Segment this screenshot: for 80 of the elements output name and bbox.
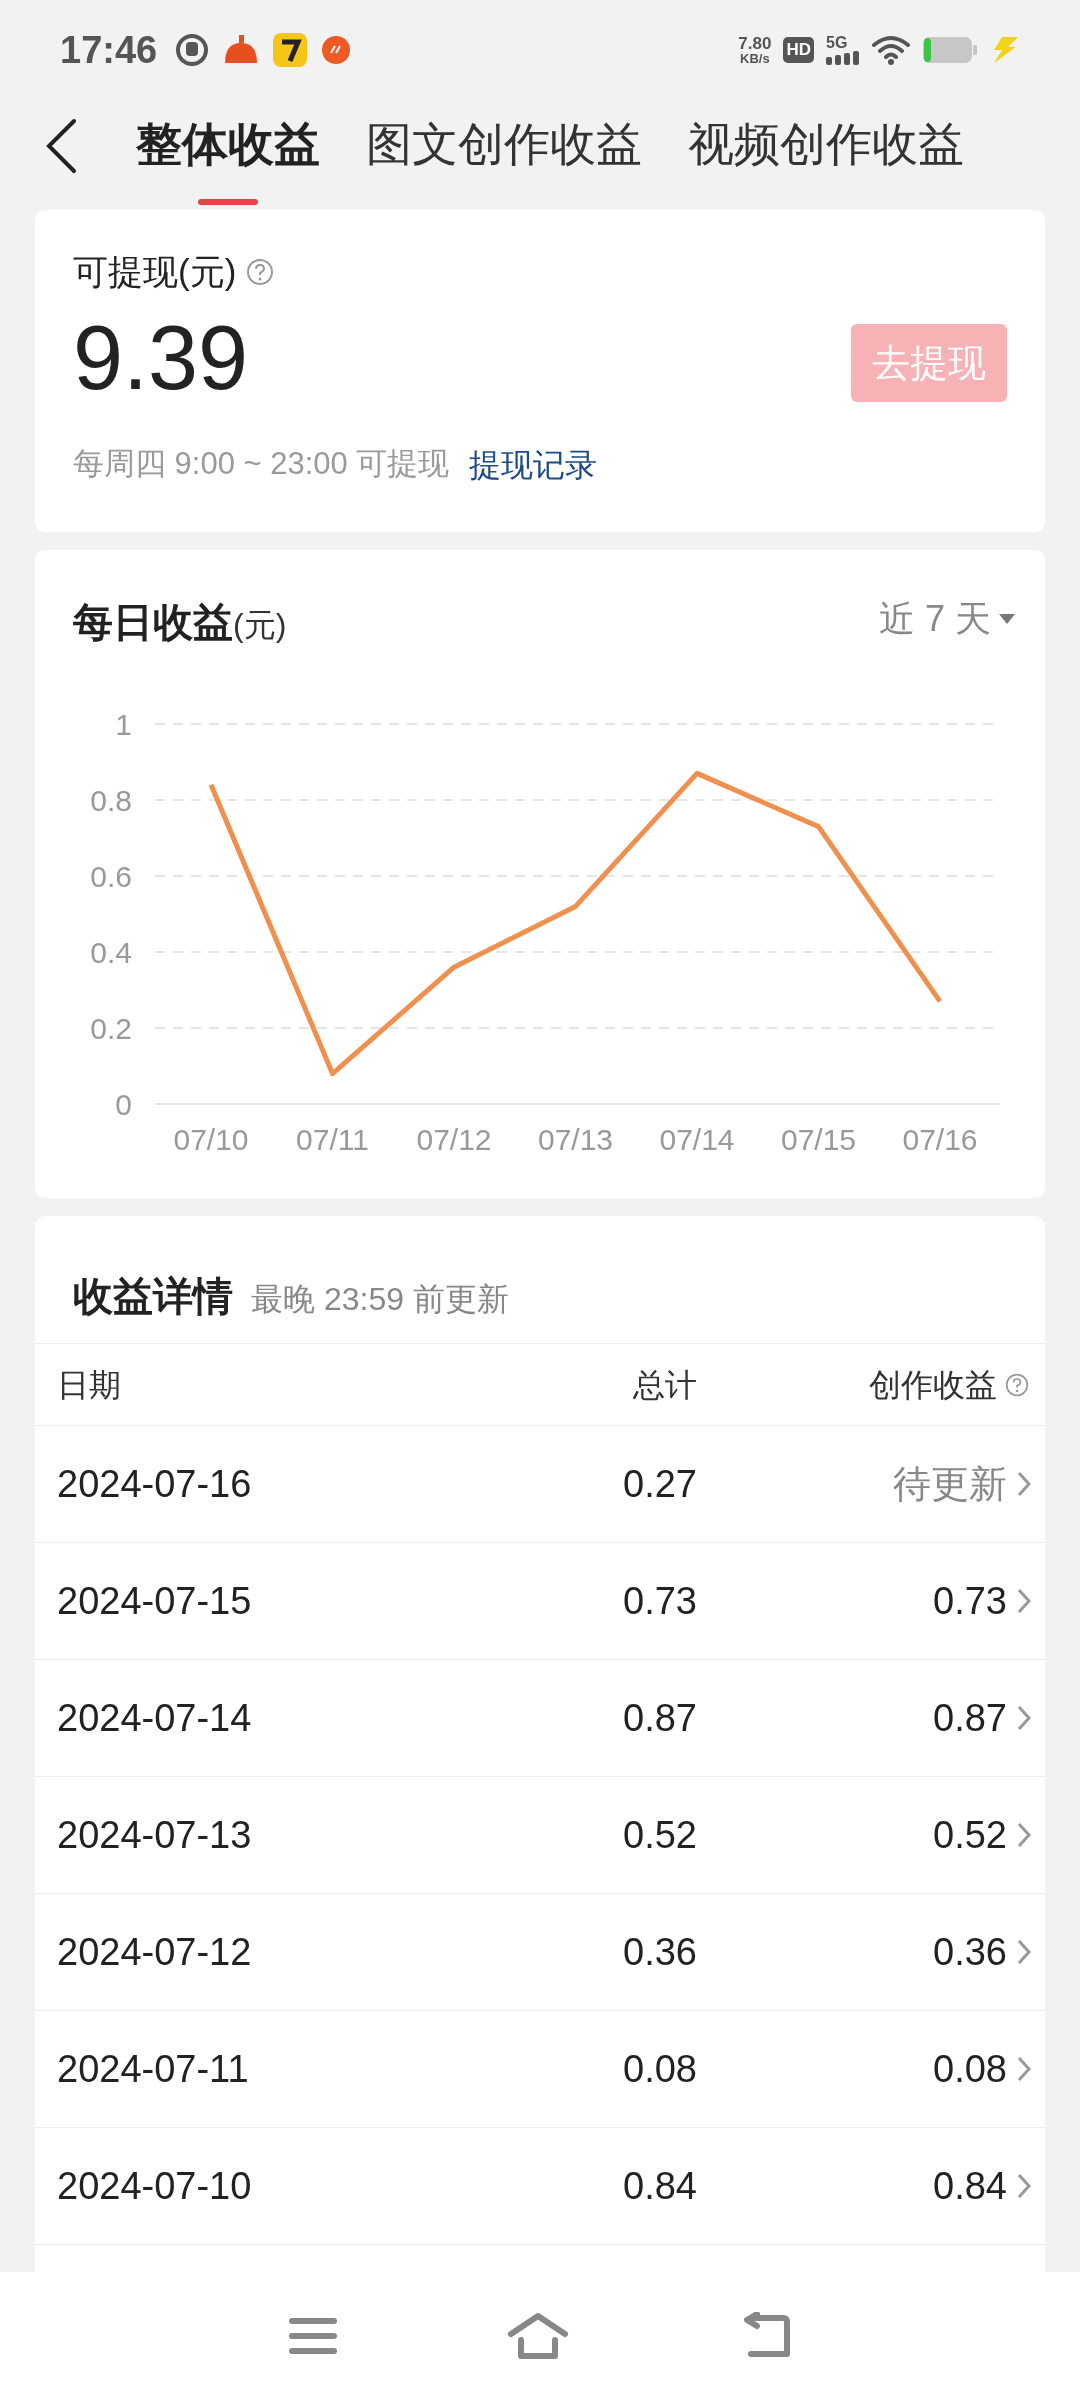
status-time: 17:46 <box>60 27 158 73</box>
x-tick-label: 07/12 <box>416 1123 492 1156</box>
creation-income-cell-text: 0.08 <box>933 2046 1007 2092</box>
y-tick-label: 0.2 <box>90 1012 132 1045</box>
creation-income-cell-text: 0.36 <box>933 1929 1007 1975</box>
date-cell-text: 2024-07-16 <box>57 1461 253 1507</box>
help-icon[interactable] <box>246 258 275 287</box>
help-icon[interactable] <box>1005 1372 1029 1397</box>
hd-badge: HD <box>783 37 814 63</box>
menu-icon[interactable] <box>289 2317 337 2355</box>
network-type: 5G <box>826 35 849 51</box>
tab[interactable]: 图文创作收益 <box>366 109 642 183</box>
chevron-icon <box>1017 1822 1031 1848</box>
column-header: 总计 <box>632 1365 697 1405</box>
chevron-icon <box>1017 1939 1031 1965</box>
x-tick-label: 07/10 <box>173 1123 249 1156</box>
chevron-icon <box>1017 2173 1031 2199</box>
wifi-icon <box>872 35 910 65</box>
total-cell-text: 0.52 <box>622 1812 697 1858</box>
income-row[interactable]: 2024-07-16 0.27 待更新 <box>35 1426 1045 1543</box>
y-tick-label: 0.8 <box>90 784 132 817</box>
total-cell-text: 0.87 <box>622 1695 697 1741</box>
range-dropdown[interactable]: 近 7 天 <box>878 592 1015 646</box>
x-tick-label: 07/11 <box>296 1123 369 1156</box>
creation-income-cell-text: 0.84 <box>933 2163 1007 2209</box>
x-tick-label: 07/16 <box>902 1123 978 1156</box>
home-icon[interactable] <box>507 2312 569 2360</box>
speed-value: 7.80 <box>738 35 772 52</box>
withdraw-amount: 9.39 <box>73 312 249 403</box>
withdraw-note: 每周四 9:00 ~ 23:00 可提现 <box>73 445 450 484</box>
total-cell-text: 0.08 <box>622 2046 697 2092</box>
date-cell-text: 2024-07-13 <box>57 1812 253 1858</box>
creation-income-cell-text: 待更新 <box>893 1461 1007 1507</box>
caret-icon <box>999 614 1015 624</box>
signal-icon <box>826 51 860 65</box>
x-tick-label: 07/14 <box>659 1123 735 1156</box>
tab-indicator <box>198 198 258 205</box>
speed-unit: KB/s <box>740 52 770 65</box>
tab[interactable]: 视频创作收益 <box>688 109 964 183</box>
creation-income-cell-text: 0.87 <box>933 1695 1007 1741</box>
chart-title: 每日收益 <box>73 599 233 646</box>
total-cell-text: 0.36 <box>622 1929 697 1975</box>
chevron-icon <box>1017 1588 1031 1614</box>
y-tick-label: 0.4 <box>90 936 132 969</box>
income-row[interactable]: 2024-07-10 0.84 0.84 <box>35 2128 1045 2245</box>
y-tick-label: 0 <box>115 1088 132 1121</box>
income-row[interactable]: 2024-07-12 0.36 0.36 <box>35 1894 1045 2011</box>
chevron-icon <box>1017 1471 1031 1497</box>
creation-income-cell-text: 0.73 <box>933 1578 1007 1624</box>
income-row[interactable]: 2024-07-11 0.08 0.08 <box>35 2011 1045 2128</box>
chart-unit: (元) <box>233 606 287 645</box>
app-icon <box>321 35 352 65</box>
income-row[interactable]: 2024-07-14 0.87 0.87 <box>35 1660 1045 1777</box>
date-cell-text: 2024-07-14 <box>57 1695 253 1741</box>
x-tick-label: 07/13 <box>537 1123 614 1156</box>
withdraw-record-link[interactable]: 提现记录 <box>469 440 598 489</box>
battery-icon <box>922 35 978 65</box>
chevron-icon <box>1017 2056 1031 2082</box>
total-cell-text: 0.27 <box>622 1461 697 1507</box>
date-cell-text: 2024-07-15 <box>57 1578 253 1624</box>
withdraw-title: 可提现(元) <box>73 251 237 293</box>
income-row[interactable]: 2024-07-13 0.52 0.52 <box>35 1777 1045 1894</box>
tab[interactable]: 整体收益 <box>136 109 320 183</box>
total-cell-text: 0.84 <box>622 2163 697 2209</box>
creation-income-cell-text: 0.52 <box>933 1812 1007 1858</box>
app-icon <box>273 33 308 67</box>
details-title: 收益详情 <box>73 1273 233 1320</box>
income-row[interactable]: 2024-07-15 0.73 0.73 <box>35 1543 1045 1660</box>
column-header: 创作收益 <box>869 1365 997 1405</box>
details-subtitle: 最晚 23:59 前更新 <box>251 1280 509 1319</box>
y-tick-label: 0.6 <box>90 860 132 893</box>
back-icon[interactable] <box>44 118 78 174</box>
y-tick-label: 1 <box>115 708 132 741</box>
chevron-icon <box>1017 1705 1031 1731</box>
date-cell-text: 2024-07-11 <box>57 2046 250 2092</box>
date-cell-text: 2024-07-12 <box>57 1929 253 1975</box>
date-cell-text: 2024-07-10 <box>57 2163 253 2209</box>
column-header: 日期 <box>57 1365 122 1405</box>
x-tick-label: 07/15 <box>780 1123 857 1156</box>
total-cell-text: 0.73 <box>622 1578 697 1624</box>
